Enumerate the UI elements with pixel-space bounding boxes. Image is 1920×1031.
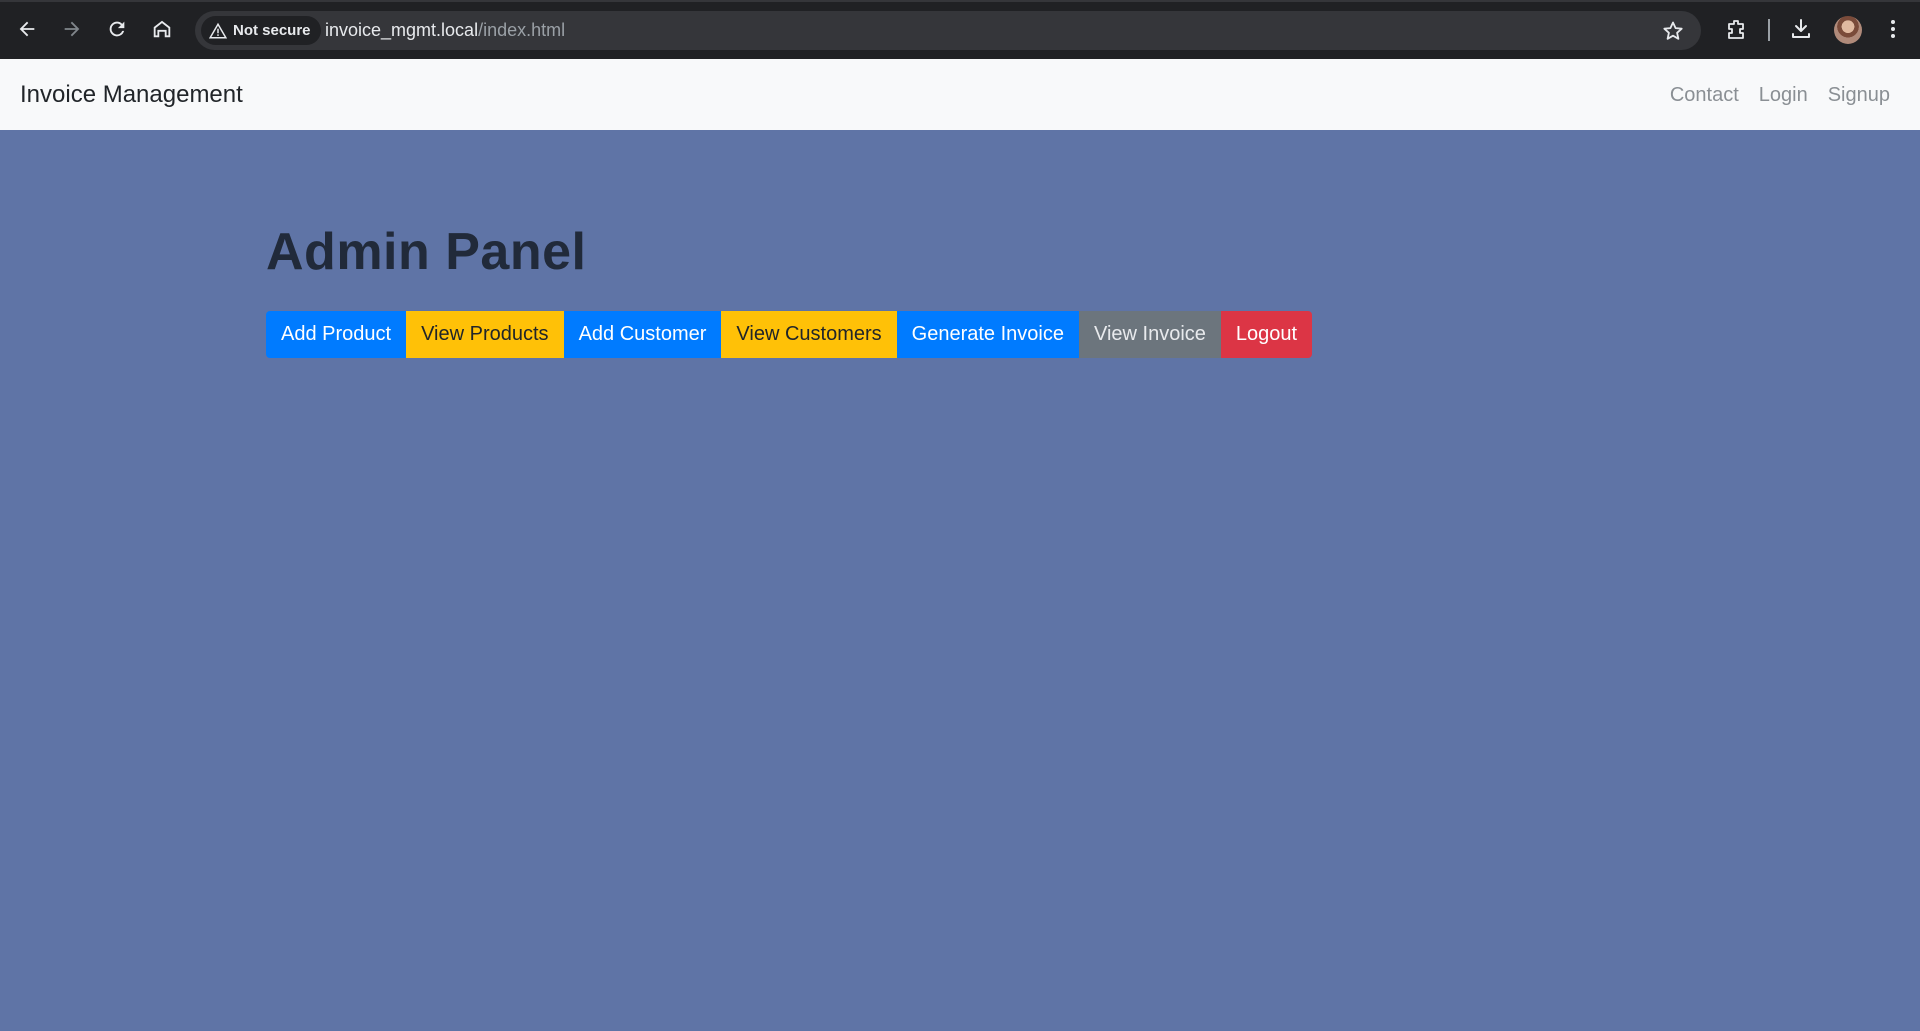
address-bar[interactable]: Not secure invoice_mgmt.local/index.html <box>195 11 1701 50</box>
downloads-button[interactable] <box>1786 14 1816 44</box>
back-arrow-icon <box>19 21 35 37</box>
forward-arrow-icon <box>64 21 80 37</box>
nav-link-contact[interactable]: Contact <box>1670 84 1739 107</box>
extensions-button[interactable] <box>1721 14 1751 44</box>
navbar-links: Contact Login Signup <box>1670 84 1890 107</box>
admin-action-buttons: Add Product View Products Add Customer V… <box>266 311 1313 358</box>
security-chip[interactable]: Not secure <box>201 16 321 45</box>
star-icon[interactable] <box>1661 19 1685 43</box>
reload-button[interactable] <box>100 12 134 46</box>
view-invoice-button[interactable]: View Invoice <box>1078 311 1221 358</box>
logout-button[interactable]: Logout <box>1220 311 1313 358</box>
tab-strip-edge <box>0 0 1920 2</box>
generate-invoice-button[interactable]: Generate Invoice <box>896 311 1079 358</box>
add-product-button[interactable]: Add Product <box>266 311 407 358</box>
page-title: Admin Panel <box>266 223 587 281</box>
site-navbar: Invoice Management Contact Login Signup <box>0 59 1920 130</box>
add-customer-button[interactable]: Add Customer <box>563 311 722 358</box>
back-button[interactable] <box>10 12 44 46</box>
nav-link-signup[interactable]: Signup <box>1828 84 1890 107</box>
view-customers-button[interactable]: View Customers <box>721 311 897 358</box>
browser-menu-button[interactable] <box>1878 14 1908 44</box>
admin-panel-section: Admin Panel Add Product View Products Ad… <box>266 222 1313 358</box>
security-label: Not secure <box>233 22 311 39</box>
forward-button[interactable] <box>55 12 89 46</box>
toolbar-divider <box>1768 19 1770 41</box>
navbar-brand[interactable]: Invoice Management <box>20 81 243 109</box>
reload-icon <box>109 21 125 37</box>
kebab-menu-icon <box>1891 20 1895 38</box>
url-host: invoice_mgmt.local <box>325 20 479 40</box>
profile-avatar[interactable] <box>1834 16 1862 44</box>
extensions-icon <box>1728 20 1744 39</box>
view-products-button[interactable]: View Products <box>406 311 564 358</box>
warning-triangle-icon <box>209 22 227 38</box>
nav-link-login[interactable]: Login <box>1759 84 1808 107</box>
url-text[interactable]: invoice_mgmt.local/index.html <box>325 20 565 41</box>
browser-toolbar: Not secure invoice_mgmt.local/index.html <box>0 0 1920 59</box>
home-button[interactable] <box>145 12 179 46</box>
home-icon <box>153 20 171 38</box>
download-icon <box>1792 19 1810 38</box>
url-path: /index.html <box>478 20 566 40</box>
